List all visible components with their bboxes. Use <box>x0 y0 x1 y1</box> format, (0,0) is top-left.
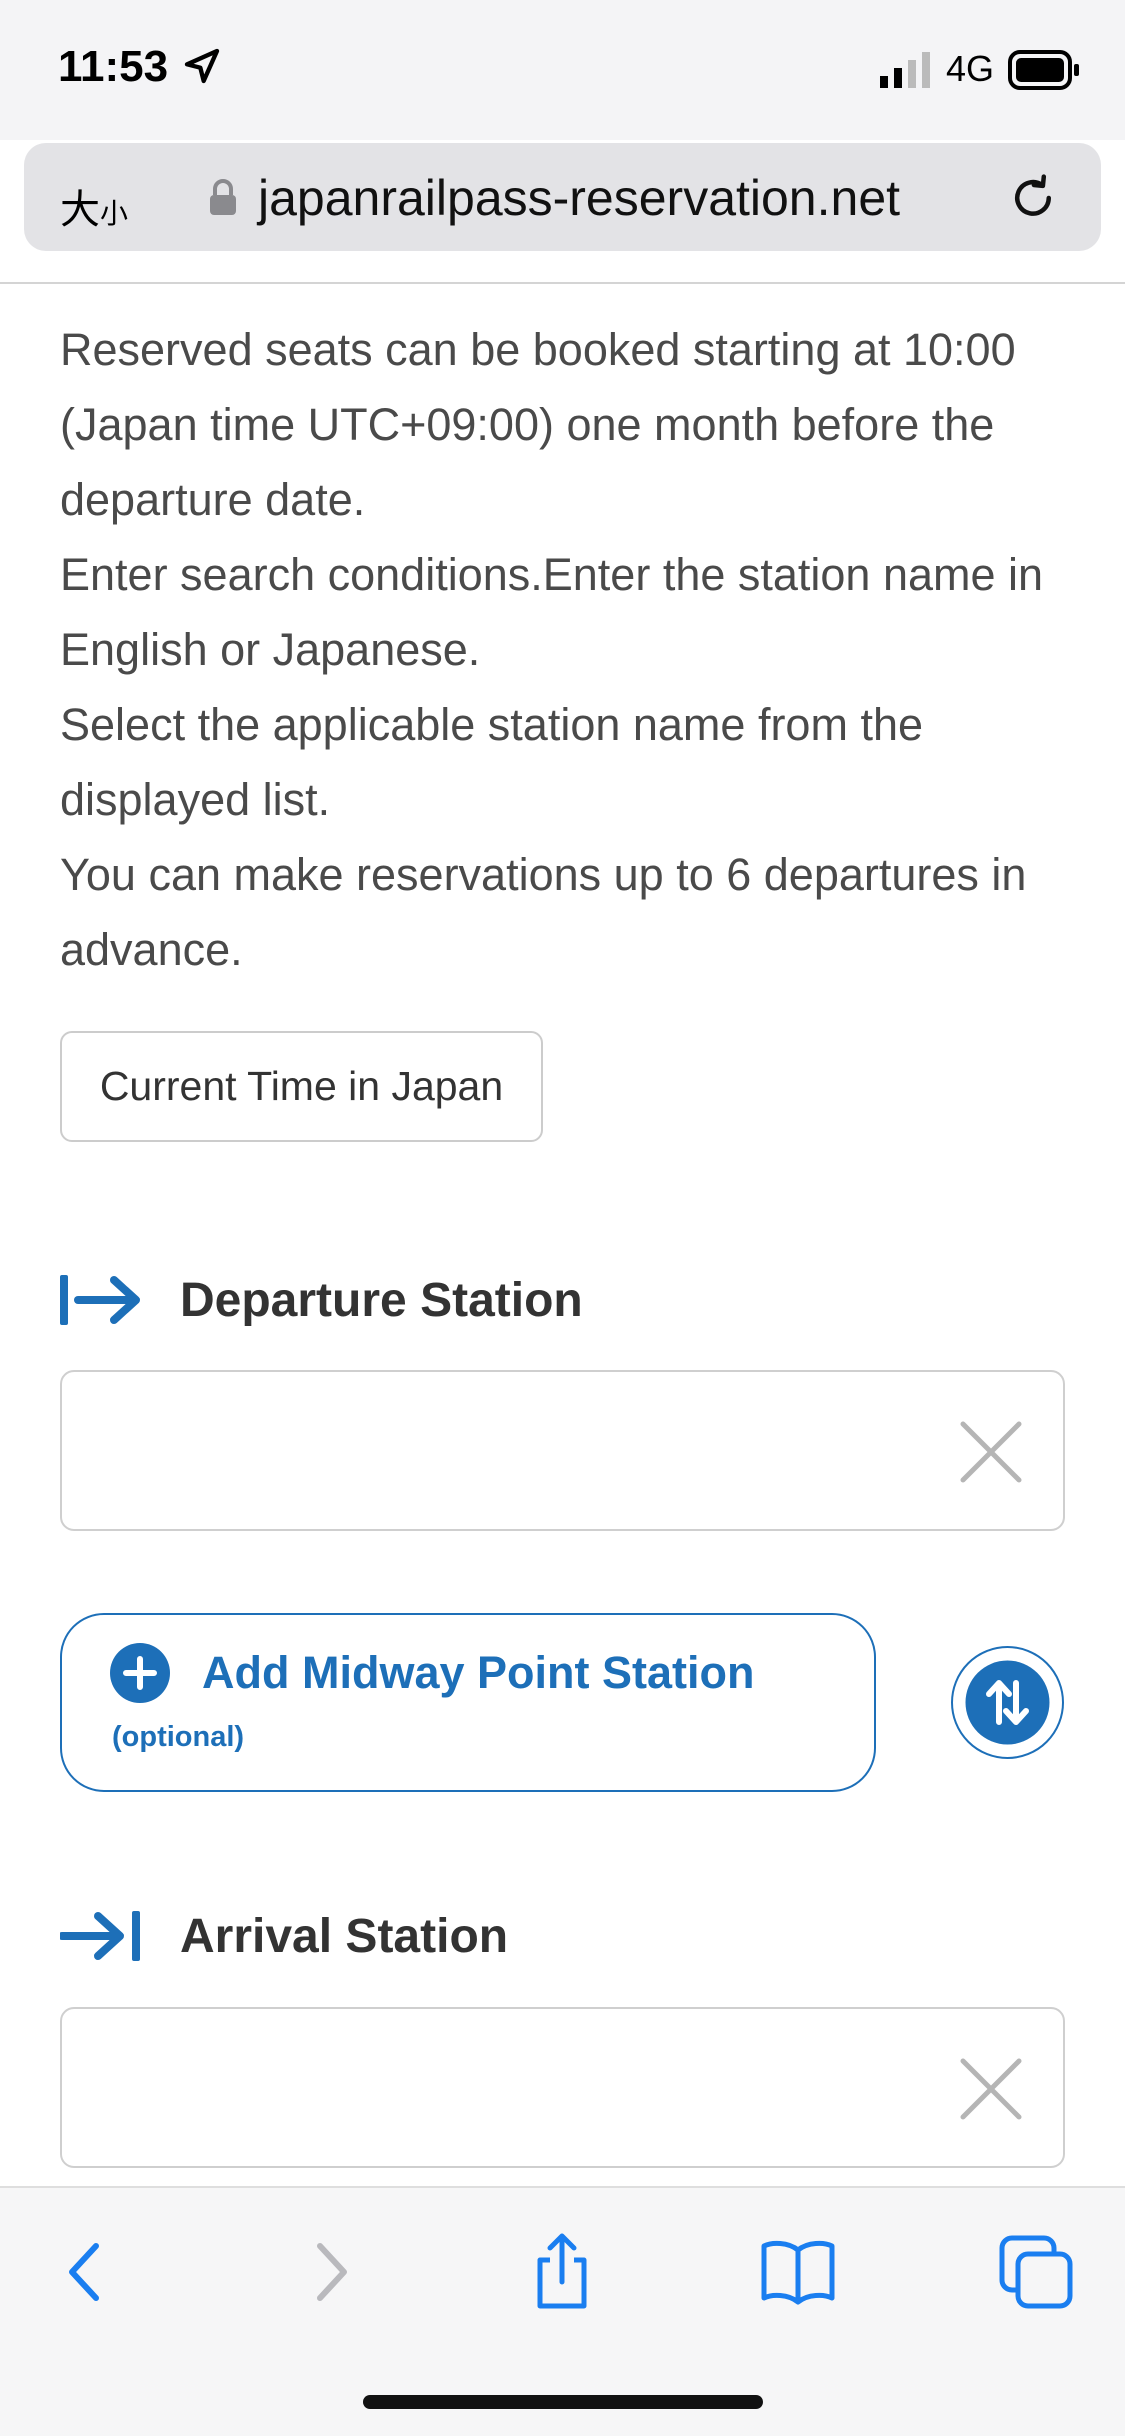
reload-icon[interactable] <box>1006 171 1060 225</box>
text-size-small: 小 <box>100 197 129 230</box>
clear-x-icon[interactable] <box>959 2057 1023 2121</box>
forward-chevron-icon[interactable] <box>290 2232 370 2312</box>
header-divider <box>0 282 1125 284</box>
clear-x-icon[interactable] <box>959 1420 1023 1484</box>
departure-title: Departure Station <box>180 1273 583 1327</box>
midway-sublabel: (optional) <box>112 1721 245 1753</box>
plus-circle-icon <box>110 1643 170 1703</box>
status-time: 11:53 <box>58 42 169 91</box>
departure-station-input[interactable] <box>82 1402 942 1502</box>
location-arrow-icon <box>184 48 220 84</box>
add-midway-station-button[interactable]: Add Midway Point Station (optional) <box>60 1613 876 1792</box>
intro-text: Reserved seats can be booked starting at… <box>60 312 1070 987</box>
departure-station-field[interactable] <box>60 1370 1065 1531</box>
arrival-heading: Arrival Station <box>60 1901 508 1971</box>
url-text[interactable]: japanrailpass-reservation.net <box>258 169 900 227</box>
arrival-station-input[interactable] <box>82 2039 942 2139</box>
book-icon[interactable] <box>758 2232 838 2312</box>
current-time-button[interactable]: Current Time in Japan <box>60 1031 543 1142</box>
intro-paragraph: Reserved seats can be booked starting at… <box>60 324 1016 525</box>
intro-paragraph: Enter search conditions.Enter the statio… <box>60 549 1044 675</box>
arrival-station-field[interactable] <box>60 2007 1065 2168</box>
tabs-icon[interactable] <box>996 2232 1076 2312</box>
battery-icon <box>1008 50 1079 90</box>
swap-stations-button[interactable] <box>951 1646 1064 1759</box>
text-size-big: 大 <box>60 187 100 233</box>
departure-heading: Departure Station <box>60 1265 583 1335</box>
intro-paragraph: Select the applicable station name from … <box>60 699 923 825</box>
text-size-button[interactable]: 大小 <box>60 177 128 235</box>
home-indicator <box>363 2395 763 2409</box>
cellular-signal-icon <box>880 52 930 88</box>
lock-icon <box>210 179 236 215</box>
status-bar: 11:53 4G <box>0 0 1125 140</box>
arrival-title: Arrival Station <box>180 1909 509 1963</box>
arrival-arrow-icon <box>60 1911 140 1961</box>
network-label: 4G <box>946 48 995 89</box>
share-icon[interactable] <box>522 2232 602 2312</box>
midway-label: Add Midway Point Station <box>202 1647 755 1698</box>
intro-paragraph: You can make reservations up to 6 depart… <box>60 849 1027 975</box>
swap-arrows-icon <box>965 1660 1050 1745</box>
departure-arrow-icon <box>60 1275 140 1325</box>
back-chevron-icon[interactable] <box>46 2232 126 2312</box>
address-bar[interactable]: 大小 japanrailpass-reservation.net <box>24 143 1101 251</box>
